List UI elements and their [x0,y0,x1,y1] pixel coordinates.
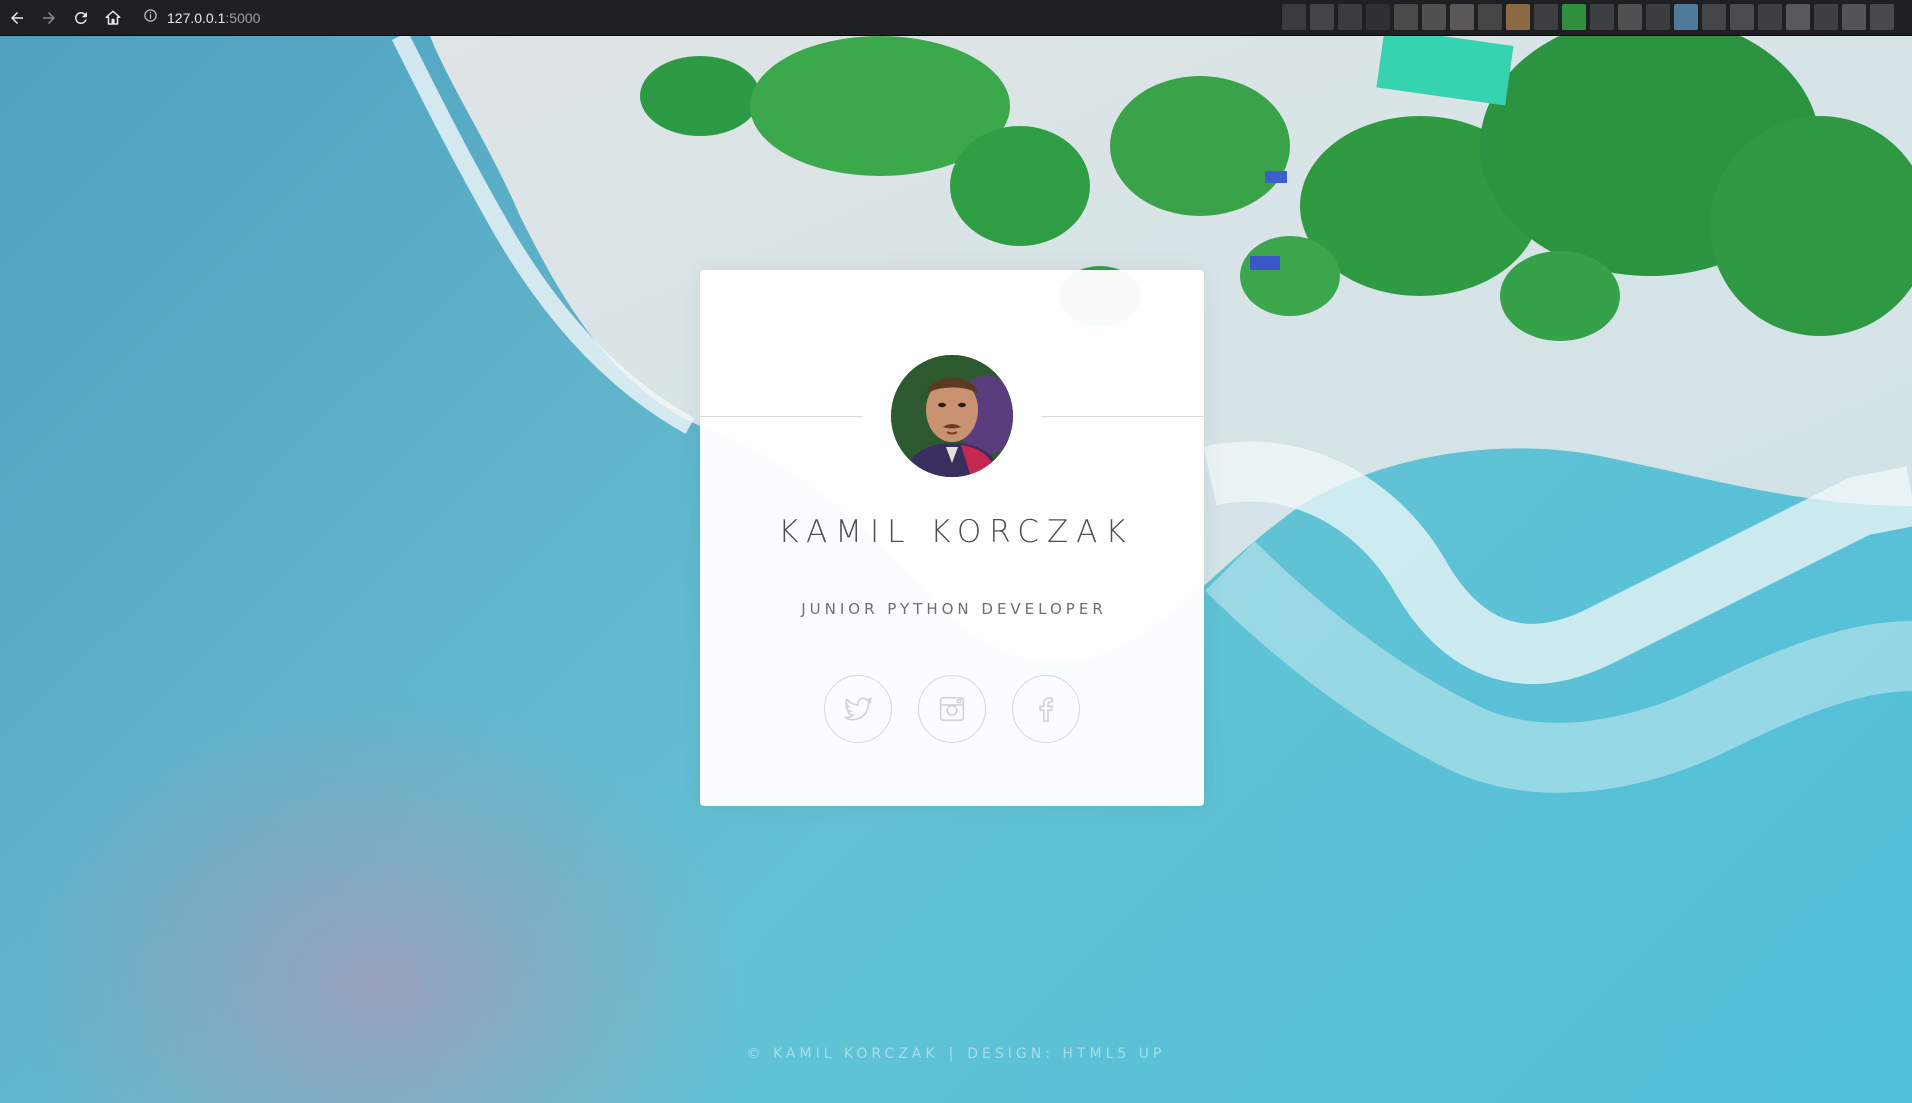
extension-icon[interactable] [1310,4,1334,30]
extension-icon[interactable] [1786,4,1810,30]
page-background: KAMIL KORCZAK JUNIOR PYTHON DEVELOPER © … [0,36,1912,1103]
twitter-icon [844,696,873,721]
extension-icon[interactable] [1366,4,1390,30]
divider-left [700,416,863,417]
social-links [700,675,1204,743]
profile-card: KAMIL KORCZAK JUNIOR PYTHON DEVELOPER [700,270,1204,806]
reload-icon [75,11,87,24]
footer-copyright: © KAMIL KORCZAK [746,1046,939,1062]
extension-icon[interactable] [1758,4,1782,30]
extension-icon[interactable] [1618,4,1642,30]
instagram-icon [939,696,965,722]
avatar-portrait-image [891,355,1013,477]
home-button[interactable] [97,2,129,34]
url-host: 127.0.0.1 [167,9,226,26]
url-port: :5000 [225,9,261,26]
page-footer: © KAMIL KORCZAK | DESIGN: HTML5 UP [0,1046,1912,1062]
extension-icon[interactable] [1282,4,1306,30]
instagram-link[interactable] [918,675,986,743]
divider-right [1041,416,1204,417]
extension-icon[interactable] [1506,4,1530,30]
extension-icon[interactable] [1870,4,1894,30]
extension-icon[interactable] [1842,4,1866,30]
avatar [891,355,1013,477]
extension-icon[interactable] [1450,4,1474,30]
profile-role: JUNIOR PYTHON DEVELOPER [801,600,1107,618]
back-button[interactable] [1,2,33,34]
extension-icon[interactable] [1338,4,1362,30]
extension-icon[interactable] [1646,4,1670,30]
extension-icon[interactable] [1814,4,1838,30]
address-bar[interactable]: 127.0.0.1:5000 [143,6,260,30]
extension-icon[interactable] [1562,4,1586,30]
facebook-icon [1039,697,1054,722]
facebook-link[interactable] [1012,675,1080,743]
extension-icon[interactable] [1590,4,1614,30]
extension-icon[interactable] [1534,4,1558,30]
extension-icon[interactable] [1394,4,1418,30]
extension-icon[interactable] [1478,4,1502,30]
footer-separator: | [948,1046,958,1062]
extension-icons [1282,4,1894,30]
profile-name: KAMIL KORCZAK [778,514,1134,550]
extension-icon[interactable] [1422,4,1446,30]
footer-design-prefix: DESIGN: [967,1046,1063,1062]
info-icon[interactable] [143,8,158,28]
extension-icon[interactable] [1730,4,1754,30]
browser-toolbar: 127.0.0.1:5000 [0,0,1912,36]
home-icon [105,10,121,25]
arrow-left-icon [11,11,23,24]
forward-button[interactable] [33,2,65,34]
reload-button[interactable] [65,2,97,34]
design-credit-link[interactable]: HTML5 UP [1062,1046,1165,1062]
arrow-right-icon [43,11,55,24]
twitter-link[interactable] [824,675,892,743]
extension-icon[interactable] [1702,4,1726,30]
extension-icon[interactable] [1674,4,1698,30]
